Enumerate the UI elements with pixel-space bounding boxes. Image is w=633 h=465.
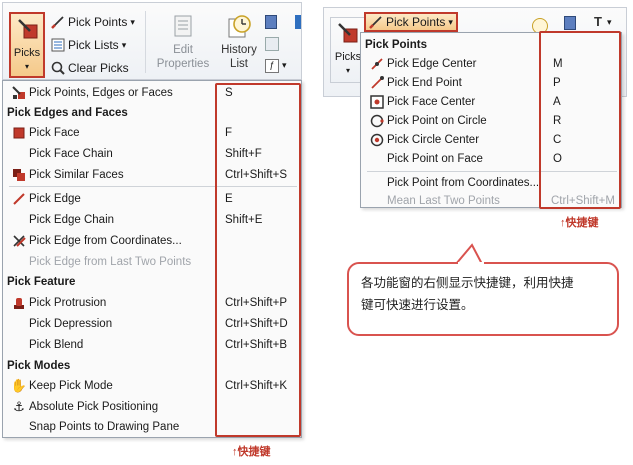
callout-line-1: 各功能窗的右侧显示快捷键，利用快捷 — [361, 276, 574, 290]
history-label-2: List — [230, 58, 248, 70]
edge-icon — [11, 191, 27, 207]
ribbon-separator — [145, 11, 146, 73]
picks-icon — [18, 19, 38, 39]
left-picks-menu: Pick Points, Edges or Faces S Pick Edges… — [2, 80, 302, 438]
anchor-icon: ⚓ — [13, 399, 25, 414]
clear-icon — [51, 61, 65, 75]
annotation-callout: 各功能窗的右侧显示快捷键，利用快捷 键可快速进行设置。 — [347, 262, 619, 336]
history-list-button[interactable]: History List — [217, 13, 261, 71]
face-center-icon — [369, 94, 385, 110]
chevron-down-icon: ▾ — [130, 16, 135, 27]
picks-icon — [338, 23, 358, 43]
chevron-down-icon: ▾ — [448, 16, 453, 27]
edit-properties-button[interactable]: Edit Properties — [153, 13, 213, 71]
shortcut-note-right: ↑快捷键 — [560, 217, 599, 229]
callout-line-2: 键可快速进行设置。 — [361, 298, 474, 312]
edge-center-icon — [369, 56, 385, 72]
pick-point-icon — [369, 15, 383, 29]
refresh-icon[interactable] — [265, 37, 279, 51]
pick-points-button[interactable]: Pick Points ▾ — [364, 12, 458, 32]
shortcut-highlight-box — [215, 83, 301, 437]
shortcut-note-left: ↑快捷键 — [232, 446, 271, 458]
picks-button[interactable]: Picks ▾ — [9, 12, 45, 78]
clear-picks-button[interactable]: Clear Picks — [51, 61, 129, 75]
edge-coordinates-icon — [11, 233, 27, 249]
pick-lists-label: Pick Lists — [68, 38, 119, 52]
calculator-icon[interactable] — [265, 15, 277, 29]
pick-points-label: Pick Points — [386, 15, 446, 29]
face-icon — [11, 125, 27, 141]
clear-picks-label: Clear Picks — [68, 61, 129, 75]
chevron-down-icon: ▾ — [121, 39, 127, 50]
hand-icon: ✋ — [10, 378, 28, 393]
list-icon — [51, 38, 65, 52]
formula-icon[interactable]: ƒ — [265, 59, 279, 73]
pick-point-icon — [51, 15, 65, 29]
end-point-icon — [369, 75, 385, 91]
pick-all-icon — [11, 85, 27, 101]
chevron-down-icon: ▾ — [24, 62, 29, 71]
edit-properties-icon — [174, 15, 192, 37]
protrusion-icon — [11, 295, 27, 311]
clock-icon — [228, 15, 251, 38]
chevron-down-icon: ▾ — [607, 17, 612, 27]
history-label-1: History — [221, 44, 257, 56]
circle-center-icon — [369, 132, 385, 148]
left-ribbon: Picks ▾ Pick Points ▾ Pick Lists ▾ Clear… — [2, 2, 302, 80]
calculator-icon[interactable] — [564, 16, 576, 30]
pick-points-label: Pick Points — [68, 15, 128, 29]
similar-faces-icon — [11, 167, 27, 183]
pick-points-button[interactable]: Pick Points ▾ — [51, 15, 135, 29]
overflow-icon[interactable] — [295, 15, 301, 29]
right-pick-points-menu: Pick Points Pick Edge Center M Pick End … — [360, 31, 622, 209]
chevron-down-icon: ▾ — [282, 60, 287, 70]
picks-label: Picks — [13, 47, 41, 59]
circle-icon — [369, 113, 385, 129]
shortcut-highlight-box — [539, 31, 621, 209]
callout-pointer-mask — [458, 262, 484, 265]
edit-label-2: Properties — [156, 58, 210, 70]
text-tool-icon[interactable]: T — [594, 14, 602, 29]
pick-lists-button[interactable]: Pick Lists ▾ — [51, 38, 126, 52]
edit-label-1: Edit — [173, 44, 193, 56]
